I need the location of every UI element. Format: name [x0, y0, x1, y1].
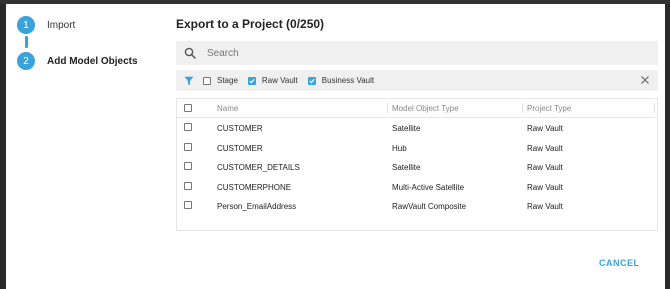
cell-project-type: Raw Vault	[527, 143, 563, 153]
filter-stage[interactable]: Stage	[203, 76, 238, 85]
table-row[interactable]: CUSTOMERPHONE Multi-Active Satellite Raw…	[177, 177, 657, 197]
row-checkbox[interactable]	[184, 142, 192, 151]
table-row[interactable]: CUSTOMER Hub Raw Vault	[177, 138, 657, 158]
filter-raw-vault-label: Raw Vault	[261, 76, 298, 85]
column-divider[interactable]	[522, 103, 523, 113]
cell-project-type: Raw Vault	[527, 163, 563, 173]
model-objects-table: Name Model Object Type Project Type CUST…	[176, 98, 658, 231]
raw-vault-checkbox[interactable]	[247, 76, 256, 85]
step-number-1: 1	[17, 16, 35, 34]
cell-name: CUSTOMER	[217, 124, 263, 133]
step-connector	[25, 36, 28, 48]
cancel-button[interactable]: CANCEL	[599, 258, 640, 268]
column-header-model-object-type[interactable]: Model Object Type	[392, 104, 459, 113]
table-row[interactable]: CUSTOMER Satellite Raw Vault	[177, 118, 657, 138]
cell-model-object-type: RawVault Composite	[392, 202, 467, 212]
clear-filters-close-icon[interactable]	[640, 75, 650, 85]
step-add-model-objects: 2 Add Model Objects	[17, 52, 138, 70]
step-label-import: Import	[47, 19, 76, 31]
search-icon	[183, 46, 197, 60]
step-import: 1 Import	[17, 16, 75, 34]
step-number-2: 2	[17, 52, 35, 70]
cell-project-type: Raw Vault	[527, 202, 563, 212]
table-row[interactable]: Person_EmailAddress RawVault Composite R…	[177, 196, 657, 216]
cell-model-object-type: Multi-Active Satellite	[392, 182, 465, 192]
cell-name: Person_EmailAddress	[217, 202, 297, 212]
check-icon	[249, 78, 255, 83]
business-vault-checkbox[interactable]	[307, 76, 316, 85]
export-dialog: 1 Import 2 Add Model Objects Export to a…	[6, 4, 665, 289]
filter-raw-vault[interactable]: Raw Vault	[247, 76, 298, 85]
cell-name: CUSTOMER	[217, 143, 263, 153]
cell-model-object-type: Hub	[392, 143, 407, 153]
table-row[interactable]: CUSTOMER_DETAILS Satellite Raw Vault	[177, 157, 657, 177]
check-icon	[309, 78, 315, 83]
row-checkbox[interactable]	[184, 162, 192, 171]
cell-project-type: Raw Vault	[527, 182, 563, 192]
column-header-project-type[interactable]: Project Type	[527, 104, 571, 113]
cell-name: CUSTOMER_DETAILS	[217, 163, 300, 173]
filter-icon[interactable]	[184, 76, 194, 86]
filter-business-vault-label: Business Vault	[321, 76, 375, 85]
filter-stage-label: Stage	[217, 76, 238, 85]
stage-checkbox[interactable]	[203, 76, 211, 85]
select-all-checkbox[interactable]	[184, 104, 192, 112]
cell-model-object-type: Satellite	[392, 124, 421, 133]
column-header-name[interactable]: Name	[217, 104, 238, 113]
filter-bar: Stage Raw Vault Business Vault	[176, 70, 658, 91]
search-input[interactable]	[205, 46, 609, 60]
row-checkbox[interactable]	[184, 123, 192, 131]
cell-model-object-type: Satellite	[392, 163, 421, 173]
search-bar[interactable]	[176, 41, 658, 65]
cell-project-type: Raw Vault	[527, 124, 563, 133]
filter-business-vault[interactable]: Business Vault	[307, 76, 375, 85]
cell-name: CUSTOMERPHONE	[217, 182, 292, 192]
column-divider[interactable]	[654, 103, 655, 113]
dialog-title: Export to a Project (0/250)	[176, 17, 325, 31]
row-checkbox[interactable]	[184, 201, 192, 210]
row-checkbox[interactable]	[184, 181, 192, 190]
column-divider[interactable]	[387, 103, 388, 113]
step-label-add-model-objects: Add Model Objects	[47, 55, 138, 67]
table-header: Name Model Object Type Project Type	[177, 99, 657, 118]
